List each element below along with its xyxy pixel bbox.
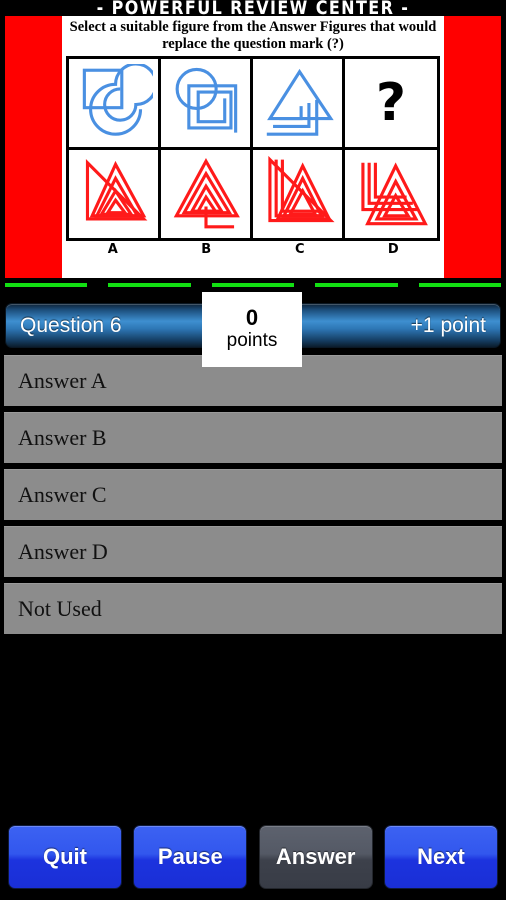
question-mark-glyph: ? (375, 73, 407, 134)
answer-figure-label-b: B (201, 242, 212, 258)
point-value-label: +1 point (410, 313, 486, 337)
right-red-band (444, 16, 501, 278)
question-figure-cell-2 (161, 59, 253, 148)
pause-button[interactable]: Pause (133, 825, 248, 889)
answer-figure-cell-b[interactable] (161, 150, 253, 239)
left-red-band (5, 16, 62, 278)
answer-button[interactable]: Answer (258, 825, 373, 889)
circle-with-square-spiral-icon (175, 68, 237, 133)
answer-option-label: Answer B (18, 425, 107, 450)
answer-option-label: Answer A (18, 368, 107, 393)
answer-figure-cell-d[interactable] (345, 150, 437, 239)
app-title: - POWERFUL REVIEW CENTER - (96, 0, 410, 16)
answer-option-label: Answer D (18, 539, 108, 564)
answer-figure-d-icon (361, 162, 428, 226)
question-number-label: Question 6 (20, 313, 122, 337)
puzzle-prompt: Select a suitable figure from the Answer… (69, 19, 437, 53)
progress-segment (5, 283, 88, 287)
triangle-with-angular-spiral-icon (266, 69, 334, 136)
question-figure-cell-4: ? (345, 59, 437, 148)
answer-figure-a-icon (85, 159, 147, 221)
puzzle-content: Select a suitable figure from the Answer… (62, 16, 444, 278)
answer-option-label: Not Used (18, 596, 102, 621)
answer-figure-label-c: C (294, 242, 305, 258)
answer-option-c[interactable]: Answer C (4, 469, 502, 520)
answer-option-not-used[interactable]: Not Used (4, 583, 502, 634)
progress-strip (0, 278, 506, 292)
figures-wrapper: ? A B C D (66, 56, 440, 257)
answer-option-label: Answer C (18, 482, 107, 507)
progress-segment (315, 283, 398, 287)
answer-options-list: Answer A Answer B Answer C Answer D Not … (0, 355, 506, 634)
score-box: 0 points (202, 292, 302, 367)
progress-segment (418, 283, 502, 287)
answer-figure-label-d: D (387, 242, 399, 258)
answer-figures-row (66, 150, 440, 242)
answer-figure-labels: A B C D (66, 242, 440, 257)
answer-figure-b-icon (173, 158, 240, 229)
answer-figure-c-icon (267, 156, 335, 223)
puzzle-stage: Select a suitable figure from the Answer… (5, 16, 501, 278)
progress-segment (108, 283, 191, 287)
question-figures-row: ? (66, 56, 440, 151)
status-bar-zone: Question 6 +1 point 0 points (0, 292, 506, 367)
answer-figure-cell-c[interactable] (253, 150, 345, 239)
question-figure-cell-1 (69, 59, 161, 148)
progress-segment (211, 283, 295, 287)
score-value: 0 (245, 305, 259, 330)
answer-figure-cell-a[interactable] (69, 150, 161, 239)
footer-button-bar: Quit Pause Answer Next (0, 825, 506, 889)
answer-option-d[interactable]: Answer D (4, 526, 502, 577)
answer-option-b[interactable]: Answer B (4, 412, 502, 463)
score-unit-label: points (226, 330, 278, 352)
answer-figure-label-a: A (107, 242, 118, 258)
quit-button[interactable]: Quit (8, 825, 122, 889)
next-button[interactable]: Next (383, 825, 498, 889)
question-figure-cell-3 (253, 59, 345, 148)
square-with-circle-spiral-icon (82, 64, 153, 136)
app-header: - POWERFUL REVIEW CENTER - (0, 0, 506, 16)
